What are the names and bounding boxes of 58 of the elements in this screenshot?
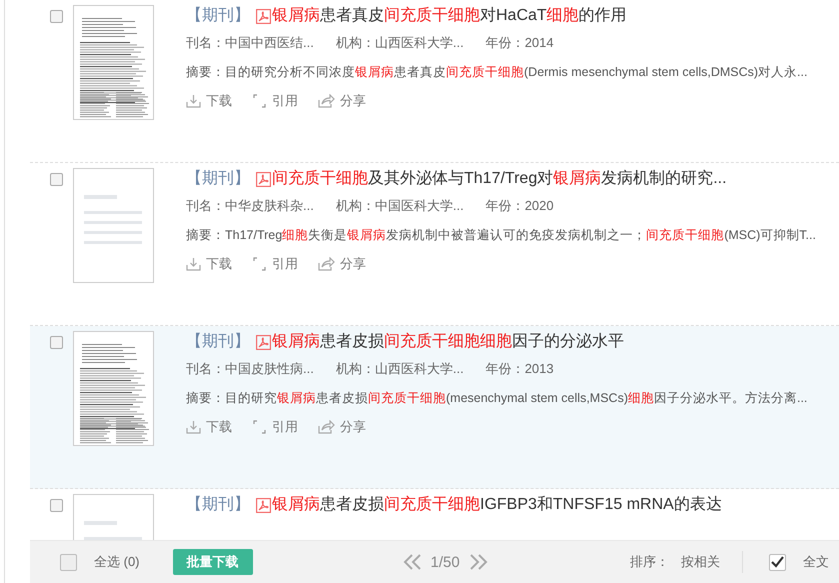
article-title-link[interactable]: 银屑病患者皮损间充质干细胞细胞因子的分泌水平 (272, 331, 624, 353)
journal-name: 刊名：中国皮肤性病... (186, 361, 314, 377)
next-page-icon[interactable] (468, 554, 488, 570)
pdf-icon (256, 498, 271, 512)
type-tag: 【期刊】 (186, 168, 250, 190)
institution-name: 机构：山西医科大学... (336, 361, 464, 377)
share-icon (318, 94, 335, 108)
article-title-link[interactable]: 银屑病患者皮损间充质干细胞IGFBP3和TNFSF15 mRNA的表达 (272, 494, 722, 516)
checkbox[interactable] (50, 336, 63, 349)
share-icon (318, 257, 335, 271)
quote-brackets-icon (252, 420, 267, 434)
quote-brackets-icon (252, 257, 267, 271)
select-all-checkbox[interactable] (60, 554, 77, 570)
quote-brackets-icon (252, 94, 267, 108)
select-all-label: 全选 (0) (94, 553, 140, 571)
abstract-text: 摘要：目的研究分析不同浓度银屑病患者真皮间充质干细胞(Dermis mesenchymal stem cells,DMSCs)对人永... (186, 64, 808, 80)
batch-download-button[interactable]: 批量下载 (172, 549, 252, 575)
institution-name: 机构：中国医科大学... (336, 198, 464, 214)
article-title-link[interactable]: 间充质干细胞及其外泌体与Th17/Treg对银屑病发病机制的研究... (272, 168, 727, 190)
checkbox[interactable] (50, 10, 63, 23)
download-icon (186, 257, 201, 271)
download-button[interactable]: 下载 (186, 255, 232, 273)
full-text-label: 全文 (803, 553, 829, 571)
publication-year: 年份：2020 (486, 198, 554, 214)
full-text-checkbox[interactable] (769, 554, 786, 570)
download-icon (186, 94, 201, 108)
document-placeholder-drawing (84, 195, 142, 244)
journal-name: 刊名：中华皮肤科杂... (186, 198, 314, 214)
type-tag: 【期刊】 (186, 494, 250, 516)
abstract-text: 摘要：Th17/Treg细胞失衡是银屑病发病机制中被普遍认可的免疫发病机制之一；间充质干细胞(MSC)可抑制T... (186, 227, 816, 243)
checkbox[interactable] (50, 173, 63, 186)
institution-name: 机构：山西医科大学... (336, 35, 464, 51)
document-thumbnail[interactable] (73, 168, 154, 283)
download-icon (186, 420, 201, 434)
abstract-text: 摘要：目的研究银屑病患者皮损间充质干细胞(mesenchymal stem cells,MSCs)细胞因子分泌水平。方法分离... (186, 390, 808, 406)
page-indicator: 1/50 (430, 554, 460, 570)
pdf-icon (256, 172, 271, 186)
cite-button[interactable]: 引用 (252, 255, 298, 273)
pdf-icon (256, 8, 271, 24)
cite-button[interactable]: 引用 (252, 92, 298, 110)
share-button[interactable]: 分享 (318, 255, 366, 273)
sort-label: 排序： (630, 553, 669, 571)
share-button[interactable]: 分享 (318, 92, 366, 110)
share-icon (318, 420, 335, 434)
article-title-link[interactable]: 银屑病患者真皮间充质干细胞对HaCaT细胞的作用 (272, 5, 627, 27)
download-button[interactable]: 下载 (186, 92, 232, 110)
sort-option[interactable]: 按相关 (681, 553, 720, 571)
journal-name: 刊名：中国中西医结... (186, 35, 314, 51)
checkbox[interactable] (50, 499, 63, 512)
type-tag: 【期刊】 (186, 5, 250, 27)
publication-year: 年份：2013 (486, 361, 554, 377)
cite-button[interactable]: 引用 (252, 418, 298, 436)
share-button[interactable]: 分享 (318, 418, 366, 436)
download-button[interactable]: 下载 (186, 418, 232, 436)
publication-year: 年份：2014 (486, 35, 554, 51)
previous-page-icon[interactable] (402, 554, 422, 570)
pdf-icon (256, 334, 271, 350)
type-tag: 【期刊】 (186, 331, 250, 353)
